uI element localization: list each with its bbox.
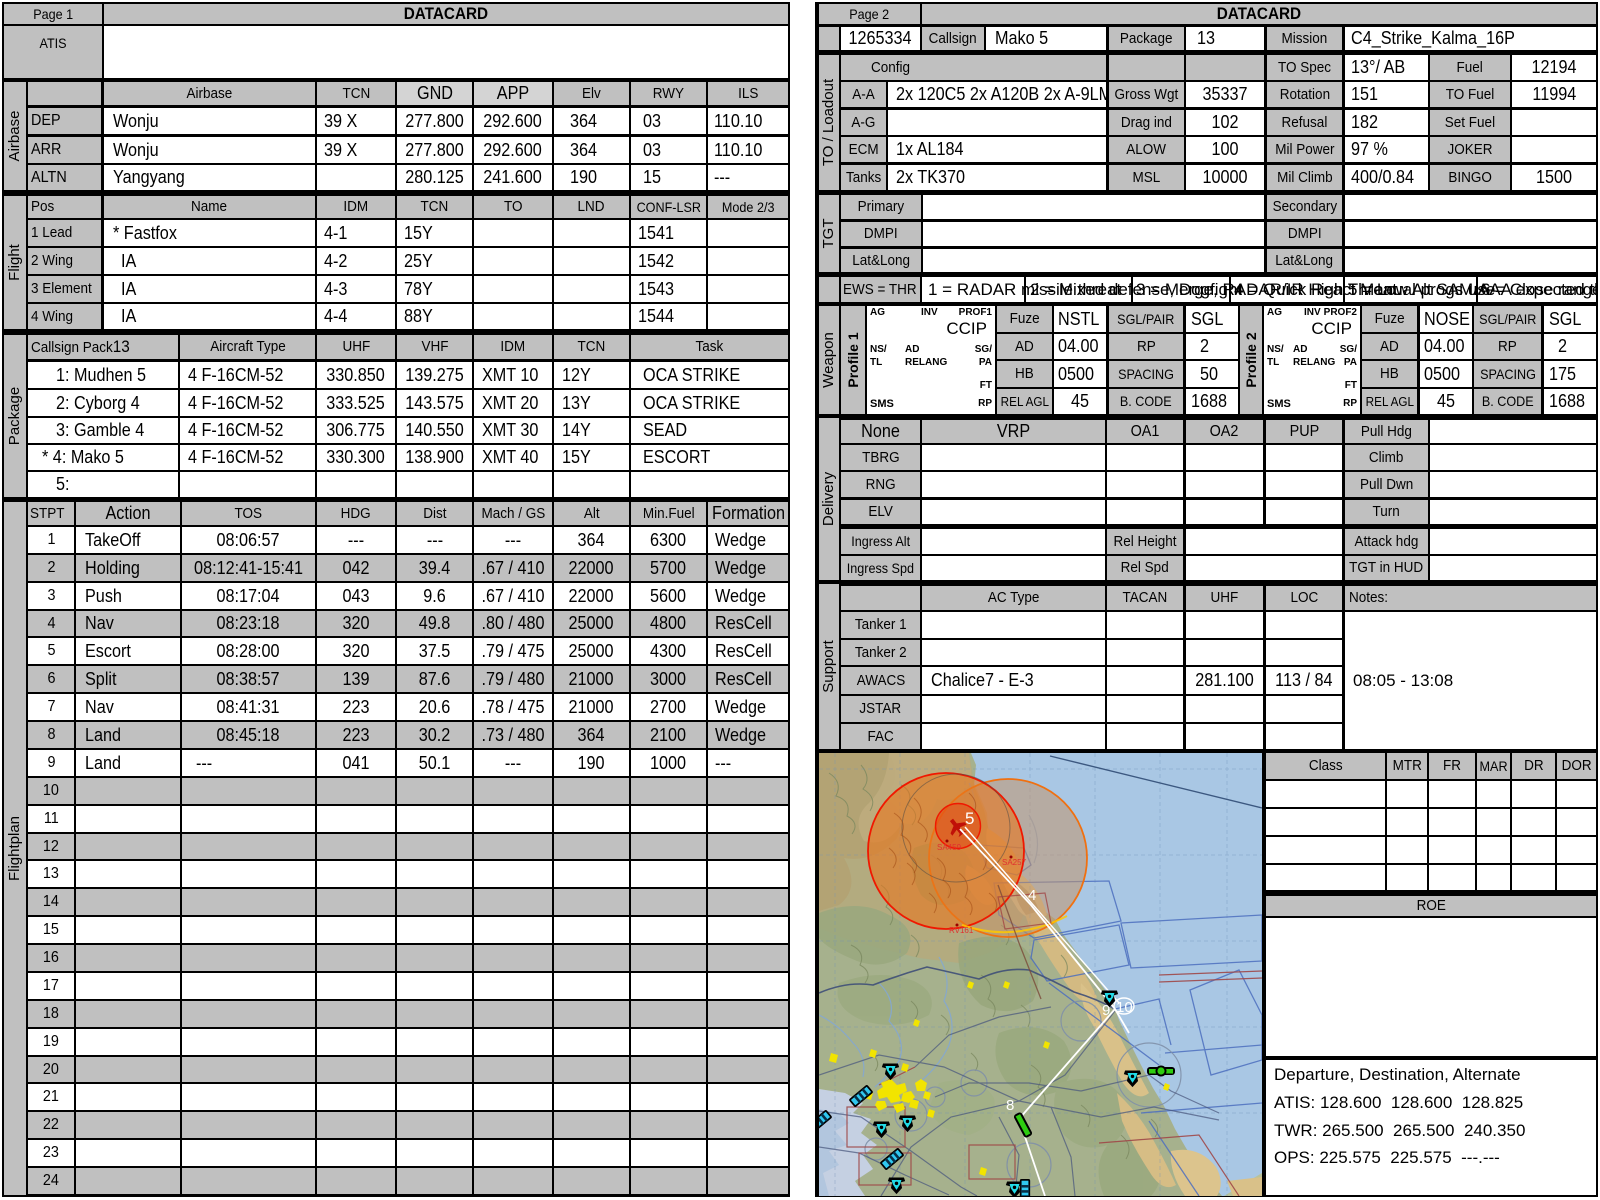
- svg-text:4: 4: [1028, 887, 1036, 904]
- svg-text:8: 8: [1006, 1097, 1014, 1114]
- svg-text:5: 5: [965, 809, 974, 828]
- svg-text:SA257: SA257: [1002, 858, 1027, 867]
- svg-text:10: 10: [1116, 999, 1133, 1016]
- svg-text:RV161: RV161: [949, 926, 974, 935]
- svg-text:SA459: SA459: [937, 843, 962, 852]
